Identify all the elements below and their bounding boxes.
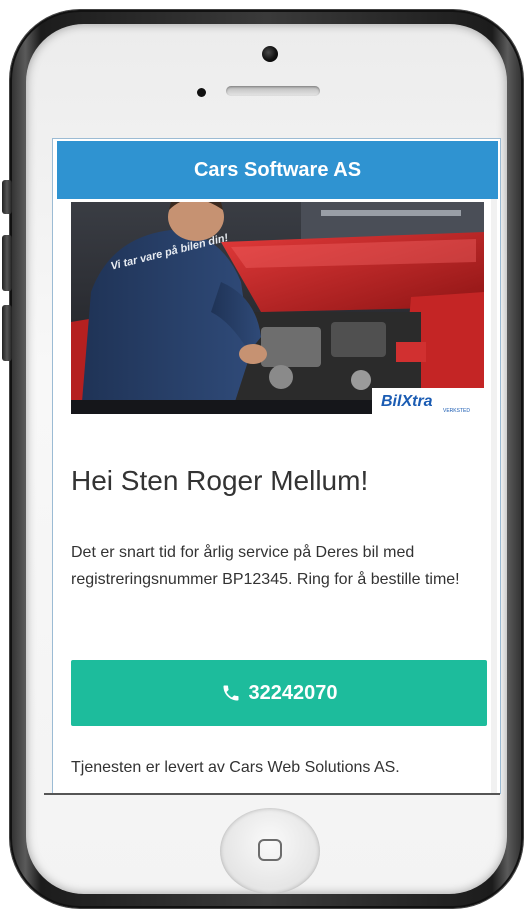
app-title: Cars Software AS [193, 158, 362, 181]
footer-text: Tjenesten er levert av Cars Web Solution… [71, 759, 400, 776]
home-square-icon [258, 839, 282, 861]
brand-logo-text: BilXtra [381, 393, 433, 410]
mute-switch [2, 180, 12, 214]
volume-down-button [2, 305, 12, 361]
sensor-dot [197, 88, 206, 97]
service-message: Det er snart tid for årlig service på De… [71, 544, 460, 588]
phone-icon [221, 683, 241, 703]
greeting-heading: Hei Sten Roger Mellum! [71, 465, 369, 496]
brand-logo-subtext: VERKSTED [443, 408, 470, 414]
home-button[interactable] [220, 808, 320, 894]
scrollbar[interactable] [491, 199, 497, 793]
screen-divider [44, 793, 500, 795]
volume-up-button [2, 235, 12, 291]
bilxtra-logo: BilXtra VERKSTED [372, 388, 484, 414]
phone-screen: Cars Software AS Vi tar vare på bilen di… [52, 138, 501, 794]
call-number: 32242070 [248, 681, 338, 704]
hero-image: Vi tar vare på bilen din! BilXtra VERKST… [71, 202, 484, 414]
call-button[interactable]: 32242070 [71, 660, 487, 726]
earpiece-speaker [226, 86, 320, 96]
app-header: Cars Software AS [57, 141, 498, 199]
camera-icon [262, 46, 278, 62]
mechanic-working-on-car-image: Vi tar vare på bilen din! BilXtra VERKST… [71, 202, 484, 414]
